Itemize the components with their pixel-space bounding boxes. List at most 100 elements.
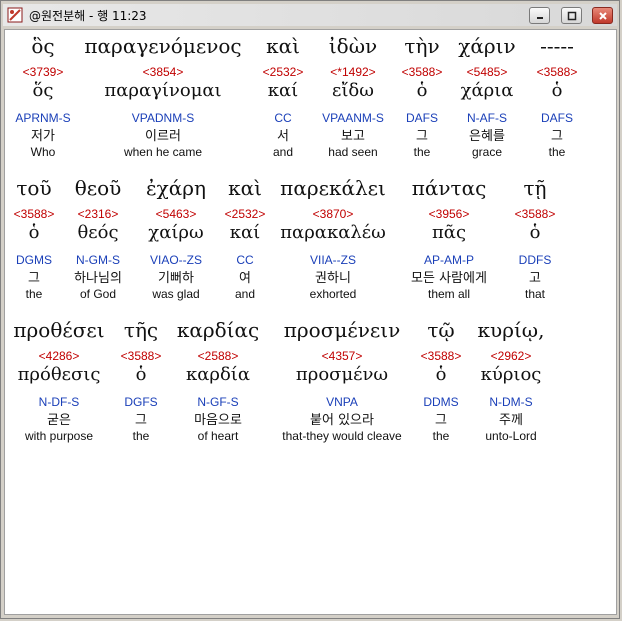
minimize-icon — [536, 16, 543, 19]
parse-code: VPADNM-S — [131, 111, 195, 125]
greek-word: προθέσει — [13, 318, 105, 342]
korean-gloss: 기뻐하 — [158, 271, 194, 286]
english-gloss: the — [432, 429, 450, 443]
strong-number[interactable]: <3588> — [397, 65, 447, 79]
word-cell[interactable]: παρεκάλει <3870> παρακαλέω VIIA--ZS 권하니 … — [277, 176, 389, 301]
strong-number[interactable]: <2316> — [65, 207, 131, 221]
word-cell[interactable]: προσμένειν <4357> προσμένω VNPA 붙어 있으라 t… — [271, 318, 413, 443]
parse-code: VIIA--ZS — [309, 253, 356, 267]
greek-word: θεοῦ — [74, 176, 122, 200]
korean-gloss: 권하니 — [315, 271, 351, 286]
word-cell[interactable]: καρδίας <2588> καρδία N-GF-S 마음으로 of hea… — [173, 318, 263, 443]
word-cell[interactable]: καὶ <2532> καί CC 서 and — [255, 34, 311, 159]
parse-code: N-GM-S — [76, 253, 120, 267]
strong-number[interactable]: <3854> — [83, 65, 243, 79]
greek-word: τὴν — [404, 34, 440, 58]
strong-number[interactable]: <4286> — [9, 349, 109, 363]
word-cell[interactable]: χάριν <5485> χάρια N-AF-S 은혜를 grace — [453, 34, 521, 159]
greek-word: ----- — [540, 34, 574, 58]
parse-code: N-DM-S — [489, 395, 533, 409]
parse-code: AP-AM-P — [423, 253, 474, 267]
strong-number[interactable]: <3870> — [277, 207, 389, 221]
parse-code: DGFS — [124, 395, 158, 409]
word-cell[interactable]: παραγενόμενος <3854> παραγίνομαι VPADNM-… — [83, 34, 243, 159]
strong-number[interactable]: <5485> — [453, 65, 521, 79]
word-cell[interactable]: ἐχάρη <5463> χαίρω VIAO--ZS 기뻐하 was glad — [139, 176, 213, 301]
parse-code: DDMS — [423, 395, 459, 409]
lexeme: προσμένω — [295, 364, 389, 385]
strong-number[interactable]: <3739> — [9, 65, 77, 79]
strong-number[interactable]: <2962> — [473, 349, 549, 363]
greek-word: πάντας — [411, 176, 487, 200]
korean-gloss: 모든 사람에게 — [411, 271, 487, 286]
lexeme: κύριος — [480, 364, 542, 385]
english-gloss: the — [132, 429, 150, 443]
strong-number[interactable]: <2532> — [255, 65, 311, 79]
english-gloss: was glad — [152, 287, 200, 301]
korean-gloss: 여 — [239, 271, 251, 286]
app-window: @원전분해 - 행 11:23 ὃς <3739> ὅς APRNM-S 저가 … — [0, 0, 620, 619]
word-cell[interactable]: πάντας <3956> πᾶς AP-AM-P 모든 사람에게 them a… — [401, 176, 497, 301]
lexeme: καί — [267, 80, 299, 101]
korean-gloss: 그 — [435, 413, 447, 428]
greek-word: τῆς — [123, 318, 159, 342]
word-cell[interactable]: ἰδὼν <*1492> εἴδω VPAANM-S 보고 had seen — [315, 34, 391, 159]
greek-word: καρδίας — [176, 318, 260, 342]
maximize-button[interactable] — [561, 7, 582, 24]
strong-number[interactable]: <3956> — [401, 207, 497, 221]
greek-word: ἰδὼν — [328, 34, 378, 58]
greek-word: χάριν — [458, 34, 516, 58]
word-cell[interactable]: τοῦ <3588> ὁ DGMS 그 the — [9, 176, 59, 301]
strong-number[interactable]: <3588> — [417, 349, 465, 363]
interlinear-view[interactable]: ὃς <3739> ὅς APRNM-S 저가 Who παραγενόμενο… — [4, 29, 617, 615]
strong-number[interactable]: <5463> — [139, 207, 213, 221]
parse-code: N-DF-S — [38, 395, 80, 409]
english-gloss: the — [25, 287, 43, 301]
close-button[interactable] — [592, 7, 613, 24]
lexeme: ὁ — [435, 364, 447, 385]
strong-number[interactable]: <2532> — [219, 207, 271, 221]
lexeme: καρδία — [185, 364, 251, 385]
korean-gloss: 그 — [416, 129, 428, 144]
word-cell[interactable]: τῷ <3588> ὁ DDMS 그 the — [417, 318, 465, 443]
parse-code: N-GF-S — [197, 395, 239, 409]
parse-code: CC — [236, 253, 254, 267]
word-cell[interactable]: προθέσει <4286> πρόθεσις N-DF-S 굳은 with … — [9, 318, 109, 443]
minimize-button[interactable] — [529, 7, 550, 24]
strong-number[interactable]: <*1492> — [315, 65, 391, 79]
lexeme: ὁ — [529, 222, 541, 243]
word-cell[interactable]: καὶ <2532> καί CC 여 and — [219, 176, 271, 301]
strong-number[interactable]: <2588> — [173, 349, 263, 363]
strong-number[interactable]: <3588> — [509, 207, 561, 221]
word-cell[interactable]: θεοῦ <2316> θεός N-GM-S 하나님의 of God — [65, 176, 131, 301]
parse-code: DAFS — [405, 111, 438, 125]
word-cell[interactable]: ὃς <3739> ὅς APRNM-S 저가 Who — [9, 34, 77, 159]
greek-word: καὶ — [228, 176, 262, 200]
greek-word: κυρίῳ, — [477, 318, 545, 342]
greek-word: προσμένειν — [283, 318, 401, 342]
lexeme: παρακαλέω — [280, 222, 386, 243]
word-cell[interactable]: κυρίῳ, <2962> κύριος N-DM-S 주께 unto-Lord — [473, 318, 549, 443]
lexeme: ὁ — [28, 222, 40, 243]
parse-code: DGMS — [16, 253, 52, 267]
english-gloss: of heart — [197, 429, 239, 443]
strong-number[interactable]: <3588> — [9, 207, 59, 221]
word-cell[interactable]: τῆς <3588> ὁ DGFS 그 the — [115, 318, 167, 443]
strong-number[interactable]: <3588> — [115, 349, 167, 363]
greek-word: παρεκάλει — [280, 176, 386, 200]
greek-word: παραγενόμενος — [84, 34, 242, 58]
korean-gloss: 하나님의 — [74, 271, 122, 286]
lexeme: πᾶς — [431, 222, 467, 243]
strong-number[interactable]: <4357> — [271, 349, 413, 363]
greek-word: τῇ — [523, 176, 547, 200]
word-cell[interactable]: ----- <3588> ὁ DAFS 그 the — [531, 34, 583, 159]
lexeme: ὅς — [32, 80, 54, 101]
window-title: @원전분해 - 행 11:23 — [29, 9, 147, 23]
english-gloss: Who — [30, 145, 56, 159]
korean-gloss: 주께 — [499, 413, 523, 428]
title-bar[interactable]: @원전분해 - 행 11:23 — [3, 4, 617, 26]
korean-gloss: 저가 — [31, 129, 55, 144]
strong-number[interactable]: <3588> — [531, 65, 583, 79]
word-cell[interactable]: τὴν <3588> ὁ DAFS 그 the — [397, 34, 447, 159]
word-cell[interactable]: τῇ <3588> ὁ DDFS 고 that — [509, 176, 561, 301]
